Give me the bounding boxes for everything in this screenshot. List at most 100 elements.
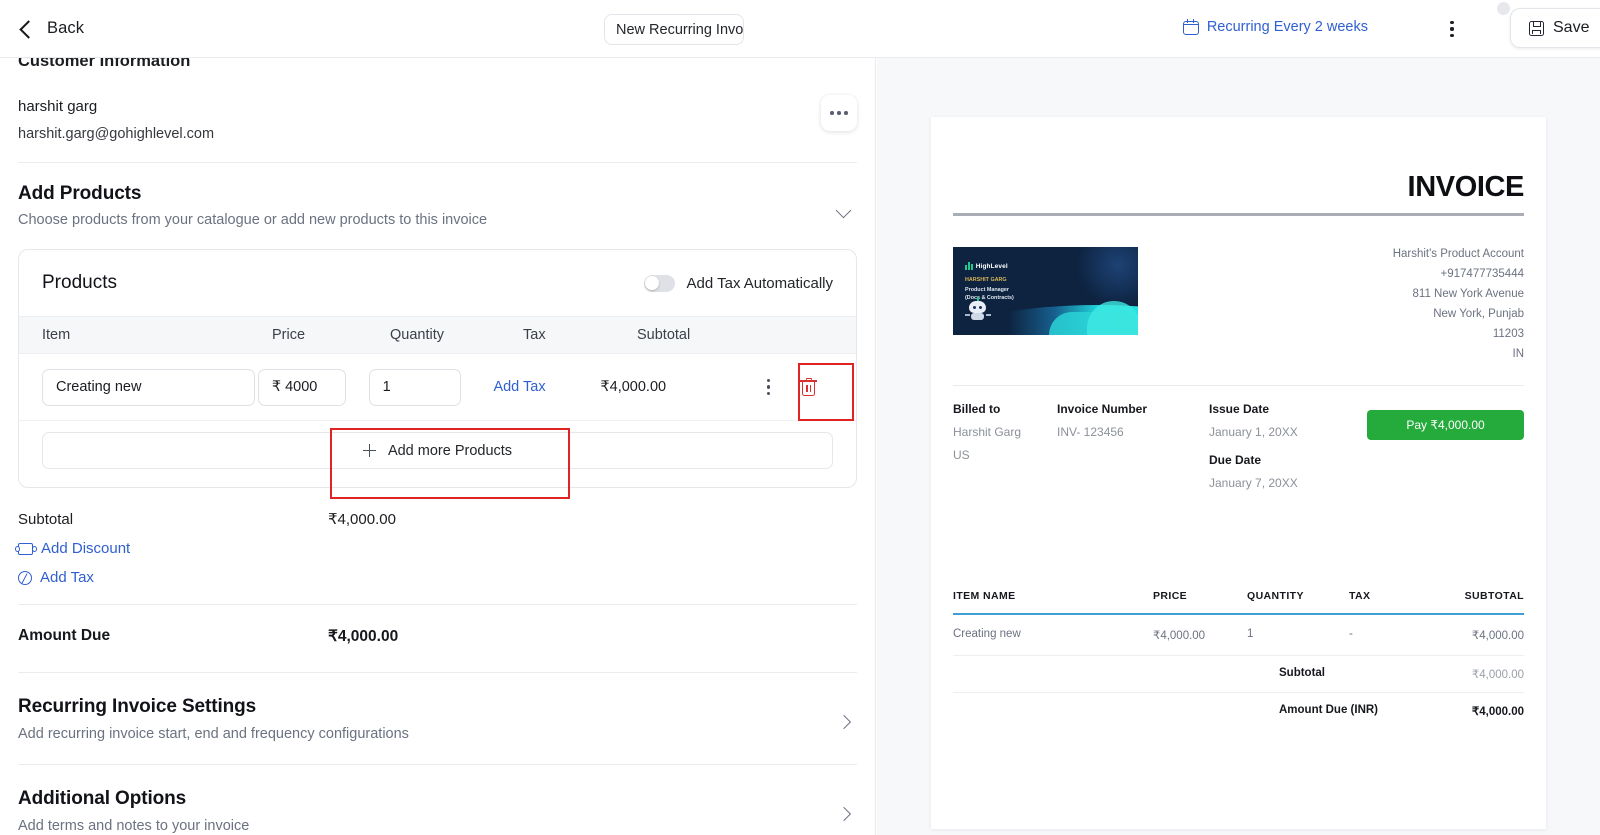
invoice-number-value: INV- 123456 xyxy=(1057,425,1124,439)
invoice-table-header: ITEM NAME PRICE QUANTITY TAX SUBTOTAL xyxy=(953,590,1524,613)
preview-column-subtotal: SUBTOTAL xyxy=(1464,590,1524,602)
products-table-header: Item Price Quantity Tax Subtotal xyxy=(19,316,856,354)
issue-date-label: Issue Date xyxy=(1209,402,1270,416)
preview-subtotal-row: Subtotal ₹4,000.00 xyxy=(953,656,1524,693)
customer-information-title: Customer Information xyxy=(18,58,191,70)
preview-column-item-name: ITEM NAME xyxy=(953,590,1016,602)
preview-subtotal-label: Subtotal xyxy=(1279,667,1325,679)
save-button-nub xyxy=(1497,2,1510,15)
preview-amount-due-label: Amount Due (INR) xyxy=(1279,704,1379,716)
ticket-icon xyxy=(14,542,37,555)
additional-options-title: Additional Options xyxy=(18,788,187,809)
highlight-delete-row xyxy=(798,363,854,421)
preview-item-tax: - xyxy=(1349,628,1353,640)
row-subtotal-value: ₹4,000.00 xyxy=(600,379,667,395)
customer-name: harshit garg xyxy=(18,98,98,115)
preview-item-quantity: 1 xyxy=(1247,628,1254,640)
invoice-number-column: Invoice Number INV- 123456 xyxy=(1057,402,1209,490)
add-products-section: Add Products Choose products from your c… xyxy=(0,163,875,228)
customer-information-section: Customer Information harshit garg harshi… xyxy=(0,58,875,142)
product-item-input[interactable]: Creating new xyxy=(42,368,255,406)
additional-options-subtitle: Add terms and notes to your invoice xyxy=(18,818,250,834)
invoice-editor-page: Back New Recurring Invoice Recurring Eve… xyxy=(0,0,1600,835)
due-date-label: Due Date xyxy=(1209,453,1262,467)
row-add-tax-link[interactable]: Add Tax xyxy=(493,379,545,395)
add-tax-automatically-label: Add Tax Automatically xyxy=(686,274,833,292)
editor-pane: Customer Information harshit garg harshi… xyxy=(0,58,876,835)
preview-amount-due-row: Amount Due (INR) ₹4,000.00 xyxy=(953,693,1524,729)
product-price-input[interactable]: ₹ 4000 xyxy=(257,368,346,406)
column-header-quantity: Quantity xyxy=(390,327,444,343)
totals-section: Subtotal ₹4,000.00 Add Discount Add Tax xyxy=(0,510,875,586)
issue-date-value: January 1, 20XX xyxy=(1209,425,1298,439)
recurring-invoice-settings-title: Recurring Invoice Settings xyxy=(18,696,257,717)
more-options-button[interactable] xyxy=(1442,19,1462,39)
billed-to-label: Billed to xyxy=(953,402,1001,416)
preview-item-name: Creating new xyxy=(953,628,1021,640)
divider xyxy=(18,604,857,605)
table-row: Creating new ₹4,000.00 1 - ₹4,000.00 xyxy=(953,615,1524,656)
customer-actions-button[interactable] xyxy=(821,95,857,131)
invoice-number-label: Invoice Number xyxy=(1057,402,1148,416)
invoice-heading: INVOICE xyxy=(1407,171,1525,203)
preview-amount-due-value: ₹4,000.00 xyxy=(1471,706,1524,718)
table-row: Creating new ₹ 4000 1 Add Tax ₹4,000.00 xyxy=(19,354,856,421)
add-tax-link[interactable]: Add Tax xyxy=(18,569,857,586)
product-quantity-input[interactable]: 1 xyxy=(368,368,461,406)
company-logo: HighLevel HARSHIT GARG Product Manager (… xyxy=(953,247,1138,335)
due-date-value: January 7, 20XX xyxy=(1209,476,1298,490)
row-more-options-button[interactable] xyxy=(761,379,776,395)
recurring-invoice-settings-section[interactable]: Recurring Invoice Settings Add recurring… xyxy=(0,673,875,742)
amount-due-row: Amount Due ₹4,000.00 xyxy=(0,627,875,646)
divider xyxy=(953,385,1524,386)
sender-address-block: Harshit's Product Account +917477735444 … xyxy=(1393,244,1524,364)
subtotal-label: Subtotal xyxy=(18,510,74,528)
add-products-subtitle: Choose products from your catalogue or a… xyxy=(18,212,488,228)
amount-due-label: Amount Due xyxy=(18,627,111,644)
invoice-document: INVOICE HighLevel HARSHIT GARG Product M… xyxy=(931,117,1546,829)
recurring-schedule-label: Recurring Every 2 weeks xyxy=(1206,19,1368,35)
top-toolbar: Back New Recurring Invoice Recurring Eve… xyxy=(0,0,1600,58)
chevron-left-icon xyxy=(19,19,38,39)
subtotal-value: ₹4,000.00 xyxy=(328,511,396,528)
add-discount-link[interactable]: Add Discount xyxy=(14,540,857,557)
column-header-item: Item xyxy=(42,327,71,343)
save-icon xyxy=(1529,20,1544,36)
calendar-icon xyxy=(1182,19,1199,35)
column-header-price: Price xyxy=(272,327,306,343)
invoice-preview-pane: INVOICE HighLevel HARSHIT GARG Product M… xyxy=(877,58,1600,835)
preview-column-quantity: QUANTITY xyxy=(1247,590,1304,602)
sender-account-name: Harshit's Product Account xyxy=(1392,248,1524,260)
products-card-title: Products xyxy=(42,272,117,293)
amount-due-value: ₹4,000.00 xyxy=(328,628,399,645)
customer-email: harshit.garg@gohighlevel.com xyxy=(18,126,215,142)
sender-address-line2: New York, Punjab xyxy=(1433,308,1524,320)
add-discount-label: Add Discount xyxy=(41,540,131,557)
add-tax-label: Add Tax xyxy=(40,569,94,586)
back-button-label: Back xyxy=(47,19,85,37)
recurring-schedule-button[interactable]: Recurring Every 2 weeks xyxy=(1182,19,1368,35)
robot-mascot-icon xyxy=(965,297,991,323)
products-card-header: Products Add Tax Automatically xyxy=(19,250,856,316)
pay-button[interactable]: Pay ₹4,000.00 xyxy=(1367,410,1524,440)
add-tax-automatically-toggle[interactable]: Add Tax Automatically xyxy=(643,274,833,292)
recurring-invoice-settings-subtitle: Add recurring invoice start, end and fre… xyxy=(18,726,409,742)
highlight-add-more-products xyxy=(330,428,570,499)
sender-address-line1: 811 New York Avenue xyxy=(1412,288,1524,300)
sender-phone: +917477735444 xyxy=(1440,268,1524,280)
billed-to-column: Billed to Harshit Garg US xyxy=(953,402,1057,490)
sender-postal-code: 11203 xyxy=(1492,328,1524,340)
save-button[interactable]: Save xyxy=(1510,8,1600,48)
preview-item-subtotal: ₹4,000.00 xyxy=(1471,630,1524,642)
invoice-title-input[interactable]: New Recurring Invoice xyxy=(604,14,744,45)
preview-column-price: PRICE xyxy=(1153,590,1188,602)
billed-to-name: Harshit Garg xyxy=(953,425,1022,439)
preview-item-price: ₹4,000.00 xyxy=(1153,630,1206,642)
save-button-label: Save xyxy=(1553,19,1590,36)
logo-brand-name: HighLevel xyxy=(975,262,1008,270)
invoice-heading-rule xyxy=(953,213,1524,216)
additional-options-section[interactable]: Additional Options Add terms and notes t… xyxy=(0,765,875,834)
back-button[interactable]: Back xyxy=(19,19,85,39)
toggle-switch[interactable] xyxy=(643,274,675,292)
column-header-tax: Tax xyxy=(523,327,546,343)
